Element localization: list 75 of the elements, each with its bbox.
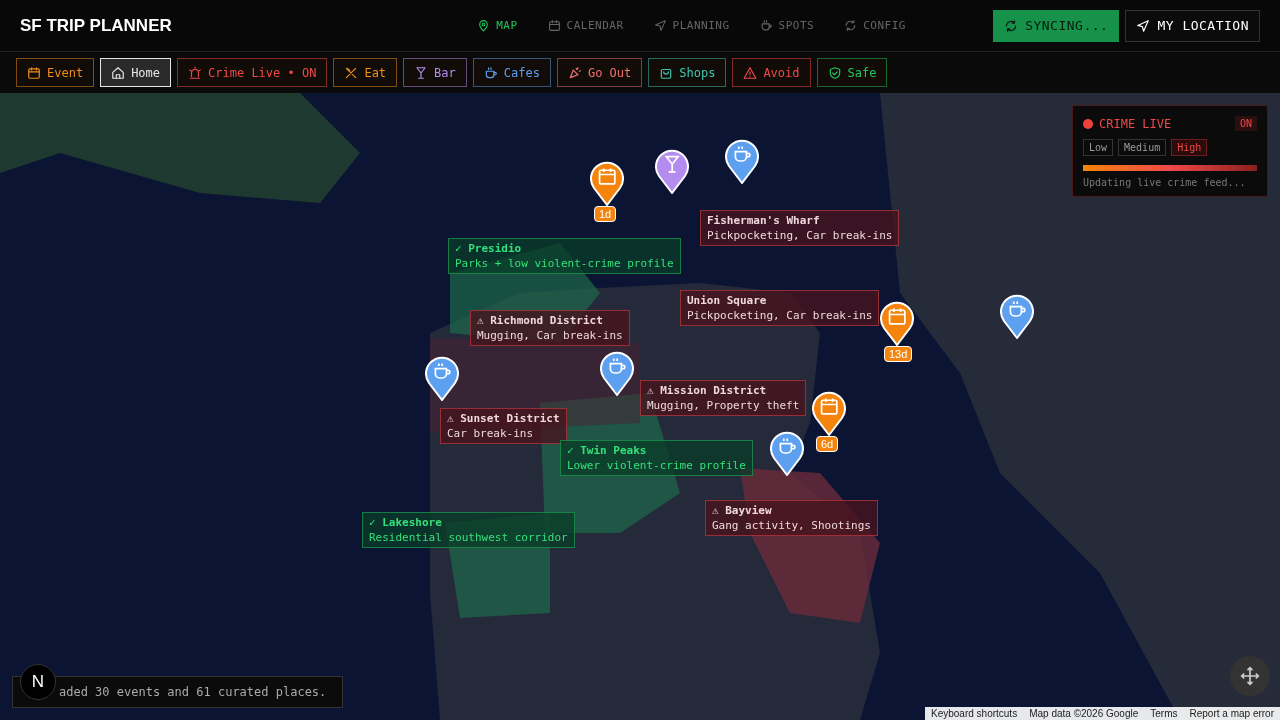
cafe-pin[interactable] (725, 138, 759, 184)
calendar-icon (547, 19, 561, 32)
filter-chip[interactable]: Avoid (732, 58, 811, 87)
zone-title: ⚠ Bayview (712, 503, 773, 518)
cocktail-glass-icon (414, 65, 429, 80)
attribution-link[interactable]: Map data ©2026 Google (1029, 708, 1139, 719)
event-pin[interactable] (880, 300, 914, 346)
zone-title: ✓ Presidio (455, 241, 523, 256)
nav-tab[interactable]: SPOTS (759, 19, 815, 32)
zone-note: Pickpocketing, Car break-ins (707, 228, 893, 243)
zone-note: Lower violent-crime profile (567, 458, 746, 473)
nav-tab[interactable]: CALENDAR (547, 19, 624, 32)
zone-title: ⚠ Richmond District (477, 313, 604, 328)
move-icon (1240, 666, 1260, 686)
cafe-pin[interactable] (425, 355, 459, 401)
zone-note: Residential southwest corridor (369, 530, 568, 545)
cafe-pin[interactable] (1000, 293, 1034, 339)
attribution-link[interactable]: Keyboard shortcuts (931, 708, 1018, 719)
zone-note: Pickpocketing, Car break-ins (687, 308, 873, 323)
zone-title: Fisherman's Wharf (707, 213, 821, 228)
filter-chip[interactable]: Cafes (472, 58, 551, 87)
zone-note: Mugging, Property theft (647, 398, 800, 413)
filter-chip[interactable]: Crime Live • ON (177, 58, 328, 87)
zone-note: Parks + low violent-crime profile (455, 256, 674, 271)
zone-title: ✓ Lakeshore (369, 515, 443, 530)
attribution-link[interactable]: Report a map error (1189, 708, 1274, 719)
pin-icon (477, 19, 491, 32)
location-button[interactable]: MY LOCATION (1125, 9, 1260, 42)
day-badge: 1d (594, 206, 617, 222)
zone-title: ✓ Twin Peaks (567, 443, 648, 458)
bar-pin[interactable] (655, 148, 689, 194)
day-badge: 6d (816, 436, 839, 452)
calendar-icon (27, 65, 41, 80)
party-popper-icon (567, 65, 582, 80)
zone-note: Gang activity, Shootings (712, 518, 871, 533)
send-icon (653, 19, 667, 32)
filter-chip[interactable]: Event (16, 58, 95, 87)
filter-chip[interactable]: Eat (333, 58, 398, 87)
cup-icon (483, 65, 498, 80)
attribution-link[interactable]: Terms (1150, 708, 1178, 719)
level-button[interactable]: High (1171, 139, 1208, 156)
app-title: SF TRIP PLANNER (20, 15, 173, 36)
sync-button[interactable]: SYNCING... (993, 9, 1120, 42)
zone-note: Mugging, Car break-ins (477, 328, 623, 343)
cup-icon (759, 19, 773, 32)
nav-tab[interactable]: CONFIG (844, 19, 906, 32)
refresh-icon (844, 19, 858, 32)
filter-chip[interactable]: Bar (403, 58, 467, 87)
zone-note: Car break-ins (447, 426, 535, 441)
level-button[interactable]: Low (1083, 139, 1114, 156)
sync-icon (1004, 18, 1019, 33)
cafe-pin[interactable] (770, 430, 804, 476)
filter-chip[interactable]: Safe (816, 58, 888, 87)
day-badge: 13d (884, 346, 913, 362)
zone-title: Union Square (687, 293, 768, 308)
level-button[interactable]: Medium (1118, 139, 1167, 156)
siren-icon (188, 65, 203, 80)
home-icon (111, 65, 126, 80)
warning-icon (743, 65, 758, 80)
filter-chip[interactable]: Shops (648, 58, 727, 87)
filter-chip[interactable]: Home (100, 58, 172, 87)
cafe-pin[interactable] (600, 350, 634, 396)
navigation-arrow-icon (1136, 18, 1151, 33)
filter-chip[interactable]: Go Out (556, 58, 643, 87)
shield-icon (827, 65, 842, 80)
status-message: Updating live crime feed... (1083, 177, 1247, 188)
nav-tab[interactable]: PLANNING (653, 19, 730, 32)
status-label: ON (1234, 116, 1257, 131)
event-pin[interactable] (590, 160, 624, 206)
status-dot (1083, 118, 1093, 129)
event-pin[interactable] (812, 390, 846, 436)
nav-tab[interactable]: MAP (477, 19, 518, 32)
panel-title: CRIME LIVE (1099, 116, 1173, 131)
zone-title: ⚠ Sunset District (447, 411, 560, 426)
zone-title: ⚠ Mission District (647, 383, 768, 398)
